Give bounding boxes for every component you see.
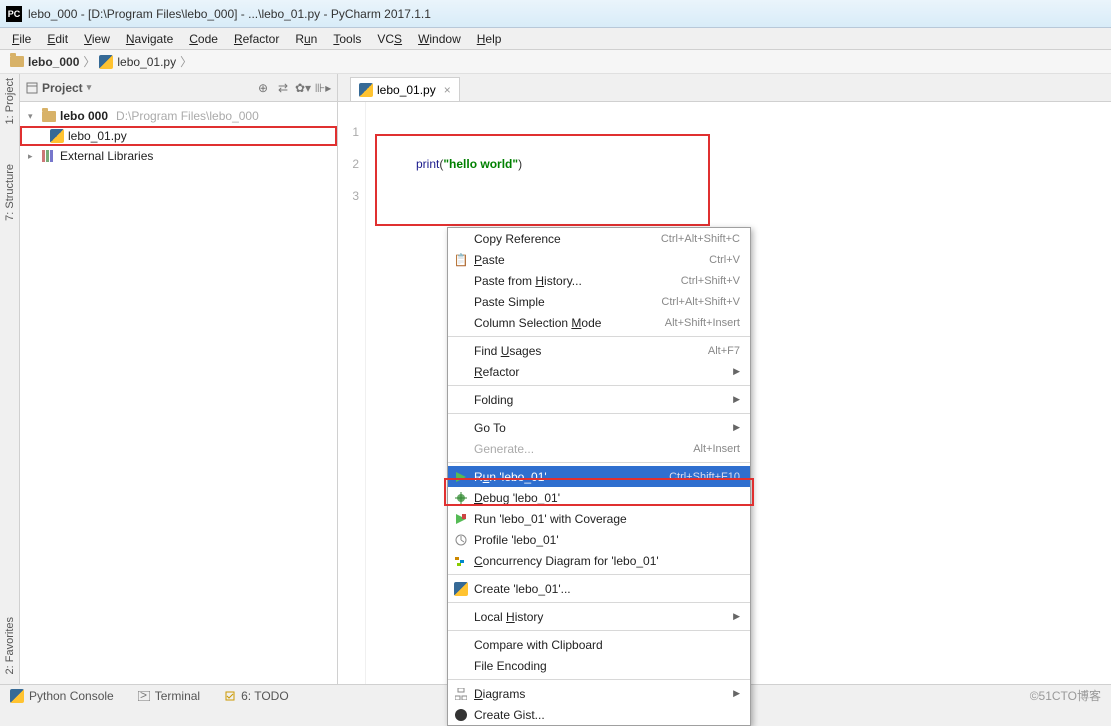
ctx-debug[interactable]: Debug 'lebo_01' bbox=[448, 487, 750, 508]
ctx-file-encoding[interactable]: File Encoding bbox=[448, 655, 750, 676]
menu-file[interactable]: File bbox=[4, 30, 39, 48]
context-menu: Copy ReferenceCtrl+Alt+Shift+C 📋PasteCtr… bbox=[447, 227, 751, 726]
titlebar: PC lebo_000 - [D:\Program Files\lebo_000… bbox=[0, 0, 1111, 28]
tab-structure[interactable]: 7: Structure bbox=[4, 164, 16, 221]
status-terminal[interactable]: >_Terminal bbox=[138, 689, 200, 703]
python-file-icon bbox=[50, 129, 64, 143]
ctx-copy-reference[interactable]: Copy ReferenceCtrl+Alt+Shift+C bbox=[448, 228, 750, 249]
python-file-icon bbox=[99, 55, 113, 69]
menu-help[interactable]: Help bbox=[469, 30, 510, 48]
menubar: File Edit View Navigate Code Refactor Ru… bbox=[0, 28, 1111, 50]
sidebar-title[interactable]: Project ▾ bbox=[26, 81, 251, 95]
ctx-local-history[interactable]: Local History▶ bbox=[448, 606, 750, 627]
ctx-concurrency[interactable]: Concurrency Diagram for 'lebo_01' bbox=[448, 550, 750, 571]
sidebar-header: Project ▾ ⊕ ⇄ ✿▾ ⊪▸ bbox=[20, 74, 337, 102]
status-python-console[interactable]: Python Console bbox=[10, 689, 114, 703]
separator bbox=[448, 679, 750, 680]
gear-icon[interactable]: ✿▾ bbox=[295, 80, 311, 96]
ctx-run[interactable]: Run 'lebo_01'Ctrl+Shift+F10 bbox=[448, 466, 750, 487]
menu-view[interactable]: View bbox=[76, 30, 118, 48]
coverage-icon bbox=[453, 511, 469, 527]
folder-icon bbox=[10, 56, 24, 67]
terminal-icon: >_ bbox=[138, 691, 150, 701]
project-view-icon bbox=[26, 82, 38, 94]
todo-icon bbox=[224, 690, 236, 702]
folder-icon bbox=[42, 111, 56, 122]
diagram-icon bbox=[453, 686, 469, 702]
ctx-paste-history[interactable]: Paste from History...Ctrl+Shift+V bbox=[448, 270, 750, 291]
chevron-right-icon: 〉 bbox=[83, 53, 95, 70]
breadcrumb: lebo_000 〉 lebo_01.py 〉 bbox=[0, 50, 1111, 74]
ctx-create-gist[interactable]: Create Gist... bbox=[448, 704, 750, 725]
tree-root[interactable]: ▾ lebo 000 D:\Program Files\lebo_000 bbox=[20, 106, 337, 126]
ctx-find-usages[interactable]: Find UsagesAlt+F7 bbox=[448, 340, 750, 361]
ctx-profile[interactable]: Profile 'lebo_01' bbox=[448, 529, 750, 550]
editor-tabs: lebo_01.py × bbox=[338, 74, 1111, 102]
tree-file-lebo01[interactable]: lebo_01.py bbox=[20, 126, 337, 146]
separator bbox=[448, 462, 750, 463]
watermark: ©51CTO博客 bbox=[1030, 687, 1101, 704]
ctx-diagrams[interactable]: Diagrams▶ bbox=[448, 683, 750, 704]
library-icon bbox=[42, 150, 56, 162]
python-icon bbox=[453, 581, 469, 597]
ctx-compare-clipboard[interactable]: Compare with Clipboard bbox=[448, 634, 750, 655]
concurrency-icon bbox=[453, 553, 469, 569]
ctx-column-selection[interactable]: Column Selection ModeAlt+Shift+Insert bbox=[448, 312, 750, 333]
github-icon bbox=[453, 707, 469, 723]
tree-external-libs[interactable]: ▸ External Libraries bbox=[20, 146, 337, 166]
hide-icon[interactable]: ⊪▸ bbox=[315, 80, 331, 96]
ctx-folding[interactable]: Folding▶ bbox=[448, 389, 750, 410]
menu-window[interactable]: Window bbox=[410, 30, 469, 48]
menu-edit[interactable]: Edit bbox=[39, 30, 76, 48]
tab-favorites[interactable]: 2: Favorites bbox=[4, 617, 16, 674]
tab-project[interactable]: 1: Project bbox=[4, 78, 16, 124]
python-icon bbox=[10, 689, 24, 703]
breadcrumb-file[interactable]: lebo_01.py bbox=[99, 55, 176, 69]
menu-run[interactable]: Run bbox=[287, 30, 325, 48]
profile-icon bbox=[453, 532, 469, 548]
breadcrumb-project[interactable]: lebo_000 bbox=[10, 55, 79, 69]
run-icon bbox=[453, 469, 469, 485]
left-tool-tabs: 1: Project 7: Structure 2: Favorites bbox=[0, 74, 20, 684]
ctx-paste[interactable]: 📋PasteCtrl+V bbox=[448, 249, 750, 270]
ctx-create[interactable]: Create 'lebo_01'... bbox=[448, 578, 750, 599]
pycharm-icon: PC bbox=[6, 6, 22, 22]
project-sidebar: Project ▾ ⊕ ⇄ ✿▾ ⊪▸ ▾ lebo 000 D:\Progra… bbox=[20, 74, 338, 684]
separator bbox=[448, 385, 750, 386]
ctx-refactor[interactable]: Refactor▶ bbox=[448, 361, 750, 382]
svg-text:>_: >_ bbox=[140, 691, 150, 701]
separator bbox=[448, 602, 750, 603]
menu-tools[interactable]: Tools bbox=[325, 30, 369, 48]
settings-icon[interactable]: ⇄ bbox=[275, 80, 291, 96]
menu-vcs[interactable]: VCS bbox=[369, 30, 410, 48]
separator bbox=[448, 630, 750, 631]
line-gutter: 1 2 3 bbox=[338, 102, 366, 684]
project-tree: ▾ lebo 000 D:\Program Files\lebo_000 leb… bbox=[20, 102, 337, 170]
paste-icon: 📋 bbox=[453, 252, 469, 268]
debug-icon bbox=[453, 490, 469, 506]
status-todo[interactable]: 6: TODO bbox=[224, 689, 289, 703]
python-file-icon bbox=[359, 83, 373, 97]
ctx-generate: Generate...Alt+Insert bbox=[448, 438, 750, 459]
separator bbox=[448, 413, 750, 414]
collapse-icon[interactable]: ⊕ bbox=[255, 80, 271, 96]
menu-navigate[interactable]: Navigate bbox=[118, 30, 181, 48]
separator bbox=[448, 574, 750, 575]
ctx-goto[interactable]: Go To▶ bbox=[448, 417, 750, 438]
ctx-run-coverage[interactable]: Run 'lebo_01' with Coverage bbox=[448, 508, 750, 529]
chevron-right-icon: 〉 bbox=[180, 53, 192, 70]
editor-tab-lebo01[interactable]: lebo_01.py × bbox=[350, 77, 460, 101]
window-title: lebo_000 - [D:\Program Files\lebo_000] -… bbox=[28, 7, 431, 21]
expand-arrow-icon[interactable]: ▸ bbox=[28, 151, 38, 162]
menu-code[interactable]: Code bbox=[181, 30, 226, 48]
menu-refactor[interactable]: Refactor bbox=[226, 30, 287, 48]
expand-arrow-icon[interactable]: ▾ bbox=[28, 111, 38, 122]
separator bbox=[448, 336, 750, 337]
ctx-paste-simple[interactable]: Paste SimpleCtrl+Alt+Shift+V bbox=[448, 291, 750, 312]
close-tab-icon[interactable]: × bbox=[444, 83, 451, 97]
